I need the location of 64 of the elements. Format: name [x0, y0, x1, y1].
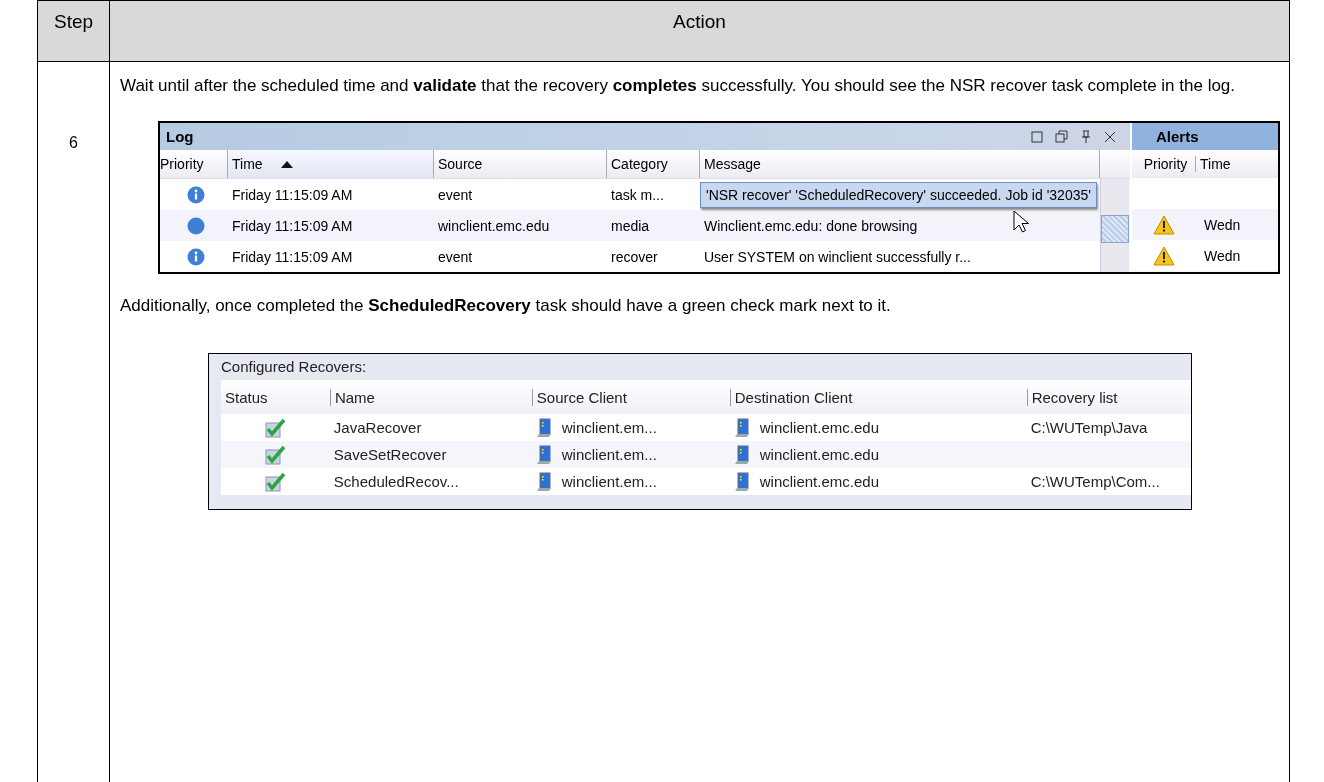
column-header: Step — [38, 1, 110, 61]
table-cell: winclient.em... — [561, 473, 657, 490]
sort-ascending-icon — [280, 160, 293, 168]
message-cell[interactable]: User SYSTEM on winclient successfully r... — [704, 248, 971, 265]
column-header[interactable]: Destination Client — [729, 388, 1027, 406]
panel-title: Log — [166, 128, 194, 145]
step-number: 6 — [69, 134, 78, 151]
column-header[interactable]: Source — [434, 150, 607, 178]
table-cell-text: SaveSetRecover — [332, 446, 448, 463]
column-header[interactable]: Recovery list — [1026, 388, 1191, 406]
computer-icon — [733, 471, 750, 492]
panel-title: Configured Recovers: — [220, 357, 368, 377]
column-header[interactable]: Category — [607, 150, 700, 178]
column-header[interactable]: Message — [700, 150, 1100, 178]
computer-icon — [733, 444, 750, 465]
table-cell-text: ScheduledRecov... — [332, 473, 460, 490]
table-cell-text: winclient.emc.edu — [437, 217, 551, 234]
check-mark-icon — [264, 444, 287, 465]
check-mark-icon — [264, 417, 287, 438]
check-mark-icon — [264, 471, 287, 492]
restore-icon[interactable] — [1055, 130, 1068, 143]
table-cell-text: Wedn — [1203, 247, 1241, 264]
column-header[interactable]: Name — [329, 388, 532, 406]
table-cell-text: media — [610, 217, 651, 234]
instruction-text: Additionally, once completed the ScheduledRecovery task should have a green check mark next to it. — [120, 295, 892, 317]
table-cell: winclient.em... — [561, 446, 657, 463]
computer-icon — [535, 471, 552, 492]
info-icon — [187, 185, 205, 204]
pin-icon[interactable] — [1080, 130, 1092, 143]
table-cell-text: recover — [610, 248, 659, 265]
status-dot-icon — [187, 216, 205, 235]
table-cell-text: Friday 11:15:09 AM — [231, 248, 354, 265]
computer-icon — [535, 444, 552, 465]
table-cell-text: event — [437, 248, 474, 265]
warning-icon — [1153, 214, 1175, 235]
column-header[interactable]: Status — [221, 388, 330, 406]
table-cell: C:\WUTemp\Com... — [1030, 473, 1160, 490]
table-cell-text: Friday 11:15:09 AM — [231, 217, 354, 234]
table-cell: winclient.emc.edu — [759, 419, 879, 436]
info-icon — [187, 247, 205, 266]
table-cell: winclient.emc.edu — [759, 473, 879, 490]
column-header: Action — [672, 10, 727, 34]
table-cell-text: Friday 11:15:09 AM — [231, 186, 354, 203]
column-header[interactable]: Priority — [1132, 156, 1196, 172]
table-cell-text: Wedn — [1203, 216, 1241, 233]
table-cell: C:\WUTemp\Java — [1030, 419, 1148, 436]
column-header[interactable]: Time — [1196, 156, 1231, 172]
table-cell-text: task m... — [610, 186, 665, 203]
column-header[interactable]: Source Client — [531, 388, 730, 406]
table-cell-text: event — [437, 186, 474, 203]
table-cell-text: JavaRecover — [332, 419, 423, 436]
maximize-icon[interactable] — [1031, 130, 1043, 143]
table-cell: winclient.emc.edu — [759, 446, 879, 463]
message-cell[interactable]: 'NSR recover' 'ScheduledRecovery' succeeded. Job id '32035' — [700, 181, 1097, 208]
panel-title: Alerts — [1156, 128, 1199, 145]
instruction-text: Wait until after the scheduled time and validate that the recovery completes successfully. You should see the NSR recover task complete in the log. — [120, 75, 1237, 97]
column-header[interactable]: Time — [228, 150, 434, 178]
computer-icon — [733, 417, 750, 438]
warning-icon — [1153, 245, 1175, 266]
scrollbar[interactable] — [1100, 179, 1129, 272]
message-cell[interactable]: Winclient.emc.edu: done browsing — [704, 217, 918, 234]
close-icon[interactable] — [1104, 130, 1116, 143]
table-cell: winclient.em... — [561, 419, 657, 436]
computer-icon — [535, 417, 552, 438]
